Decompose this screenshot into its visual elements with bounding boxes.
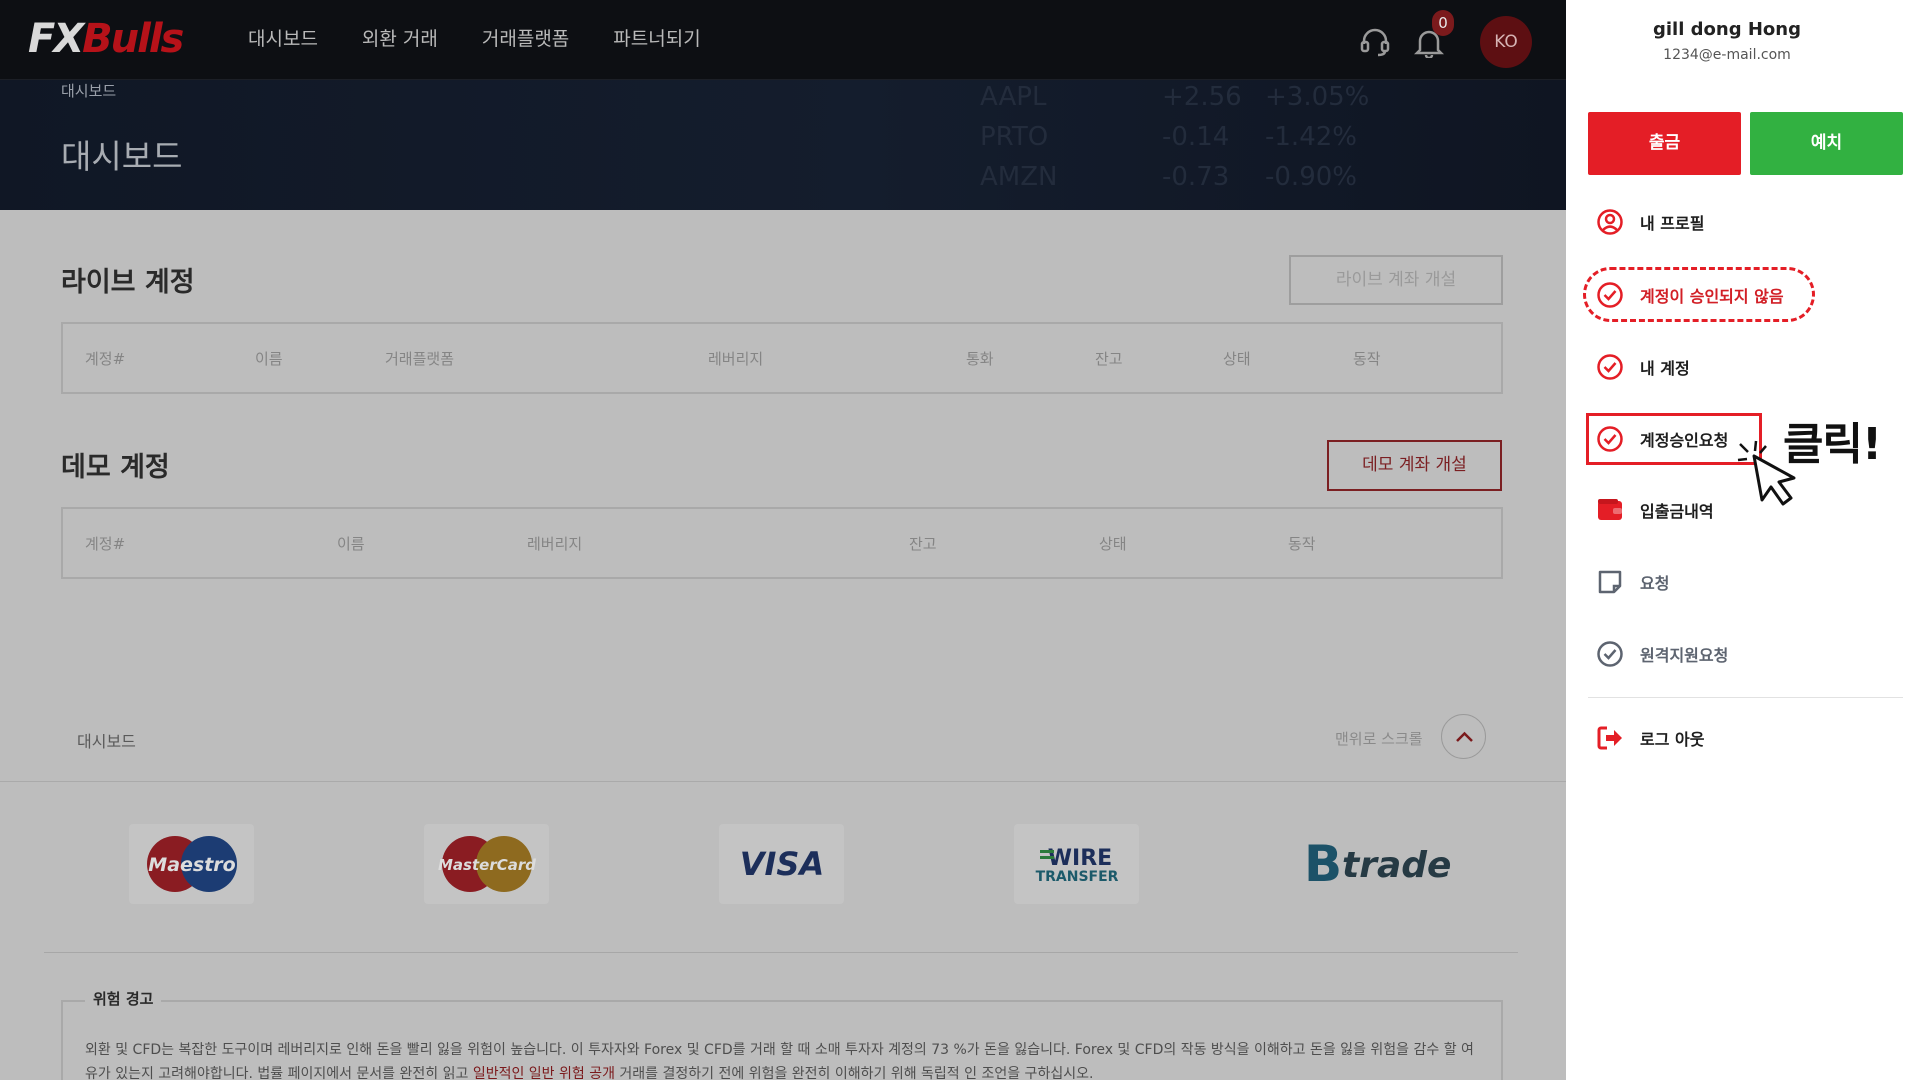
page-title: 대시보드 xyxy=(61,137,183,176)
visa-logo: VISA xyxy=(719,824,844,904)
user-name: gill dong Hong xyxy=(1652,19,1801,40)
breadcrumb[interactable]: 대시보드 xyxy=(61,80,116,101)
logout-icon xyxy=(1597,726,1622,750)
notifications-button[interactable]: 0 xyxy=(1414,10,1454,58)
scroll-top-button[interactable] xyxy=(1441,714,1486,759)
nav-dashboard[interactable]: 대시보드 xyxy=(248,24,318,51)
menu-item-transaction-history[interactable]: 입출금내역 xyxy=(1596,496,1714,524)
page-hero: AAPL PRTO AMZN +2.56 -0.14 -0.73 +3.05% … xyxy=(0,80,1566,210)
svg-text:Maestro: Maestro xyxy=(148,854,235,876)
main-content: 라이브 계정 라이브 계좌 개설 계정# 이름 거래플랫폼 레버리지 통화 잔고… xyxy=(0,210,1566,780)
check-circle-icon xyxy=(1597,354,1623,380)
menu-item-profile[interactable]: 내 프로필 xyxy=(1596,208,1704,236)
open-live-account-button[interactable]: 라이브 계좌 개설 xyxy=(1289,255,1503,305)
user-email: 1234@e-mail.com xyxy=(1663,47,1791,63)
deposit-button[interactable]: 예치 xyxy=(1750,112,1903,175)
menu-item-logout[interactable]: 로그 아웃 xyxy=(1596,724,1704,752)
note-icon xyxy=(1598,570,1622,594)
demo-accounts-table: 계정# 이름 레버리지 잔고 상태 동작 xyxy=(61,507,1503,579)
nav-forex-trading[interactable]: 외환 거래 xyxy=(362,24,438,51)
mastercard-logo: MasterCard xyxy=(424,824,549,904)
live-accounts-table: 계정# 이름 거래플랫폼 레버리지 통화 잔고 상태 동작 xyxy=(61,322,1503,394)
footer-dashboard-link[interactable]: 대시보드 xyxy=(77,728,136,752)
header-icons: 0 KO xyxy=(1358,10,1532,68)
nav-become-partner[interactable]: 파트너되기 xyxy=(613,24,700,51)
menu-item-my-account[interactable]: 내 계정 xyxy=(1596,353,1690,381)
top-navbar: FXBulls 대시보드 외환 거래 거래플랫폼 파트너되기 0 KO xyxy=(0,0,1566,80)
headset-icon[interactable] xyxy=(1358,25,1392,59)
risk-warning-box: 위험 경고 외환 및 CFD는 복잡한 도구이며 레버리지로 인해 돈을 빨리 … xyxy=(61,988,1503,1080)
check-circle-icon xyxy=(1597,282,1623,308)
risk-warning-text: 외환 및 CFD는 복잡한 도구이며 레버리지로 인해 돈을 빨리 잃을 위험이… xyxy=(85,1042,1474,1080)
language-selector[interactable]: KO xyxy=(1480,16,1532,68)
chevron-up-icon xyxy=(1456,731,1473,742)
check-circle-icon xyxy=(1597,426,1623,452)
btrade-logo: Btrade xyxy=(1300,824,1460,904)
svg-text:VISA: VISA xyxy=(739,845,823,883)
demo-accounts-title: 데모 계정 xyxy=(61,452,170,483)
notification-count-badge: 0 xyxy=(1432,10,1454,36)
svg-text:B: B xyxy=(1304,835,1342,893)
cursor-pointer-icon xyxy=(1737,440,1796,506)
footer-divider xyxy=(44,952,1518,953)
svg-text:TRANSFER: TRANSFER xyxy=(1035,869,1118,885)
withdraw-button[interactable]: 출금 xyxy=(1588,112,1741,175)
fxbulls-logo[interactable]: FXBulls xyxy=(28,16,184,62)
open-demo-account-button[interactable]: 데모 계좌 개설 xyxy=(1327,440,1502,491)
check-circle-icon xyxy=(1597,641,1623,667)
main-nav: 대시보드 외환 거래 거래플랫폼 파트너되기 xyxy=(248,24,701,51)
menu-item-account-not-approved[interactable]: 계정이 승인되지 않음 xyxy=(1596,281,1784,309)
user-side-menu: gill dong Hong 1234@e-mail.com 출금 예치 내 프… xyxy=(1566,0,1920,1080)
svg-text:MasterCard: MasterCard xyxy=(438,856,536,874)
risk-disclosure-link[interactable]: 일반적인 일반 위험 공개 xyxy=(473,1066,615,1080)
wire-transfer-logo: WIRE TRANSFER xyxy=(1014,824,1139,904)
svg-text:WIRE: WIRE xyxy=(1047,846,1111,871)
menu-item-requests[interactable]: 요청 xyxy=(1596,568,1669,596)
app-background: FXBulls 대시보드 외환 거래 거래플랫폼 파트너되기 0 KO AAPL… xyxy=(0,0,1566,1080)
nav-trading-platform[interactable]: 거래플랫폼 xyxy=(482,24,569,51)
user-circle-icon xyxy=(1597,209,1623,235)
menu-divider xyxy=(1588,697,1903,698)
menu-item-account-approval-request[interactable]: 계정승인요청 xyxy=(1596,425,1728,453)
live-accounts-title: 라이브 계정 xyxy=(61,267,195,298)
risk-warning-title: 위험 경고 xyxy=(85,988,162,1009)
scroll-top-label: 맨위로 스크롤 xyxy=(1335,730,1423,748)
payment-methods: Maestro MasterCard VISA WIRE TRANSFER Btr… xyxy=(0,782,1566,1080)
menu-item-remote-support[interactable]: 원격지원요청 xyxy=(1596,640,1728,668)
maestro-logo: Maestro xyxy=(129,824,254,904)
footer-bar: 대시보드 맨위로 스크롤 xyxy=(0,700,1566,782)
wallet-icon xyxy=(1598,499,1622,520)
svg-text:trade: trade xyxy=(1342,845,1451,886)
